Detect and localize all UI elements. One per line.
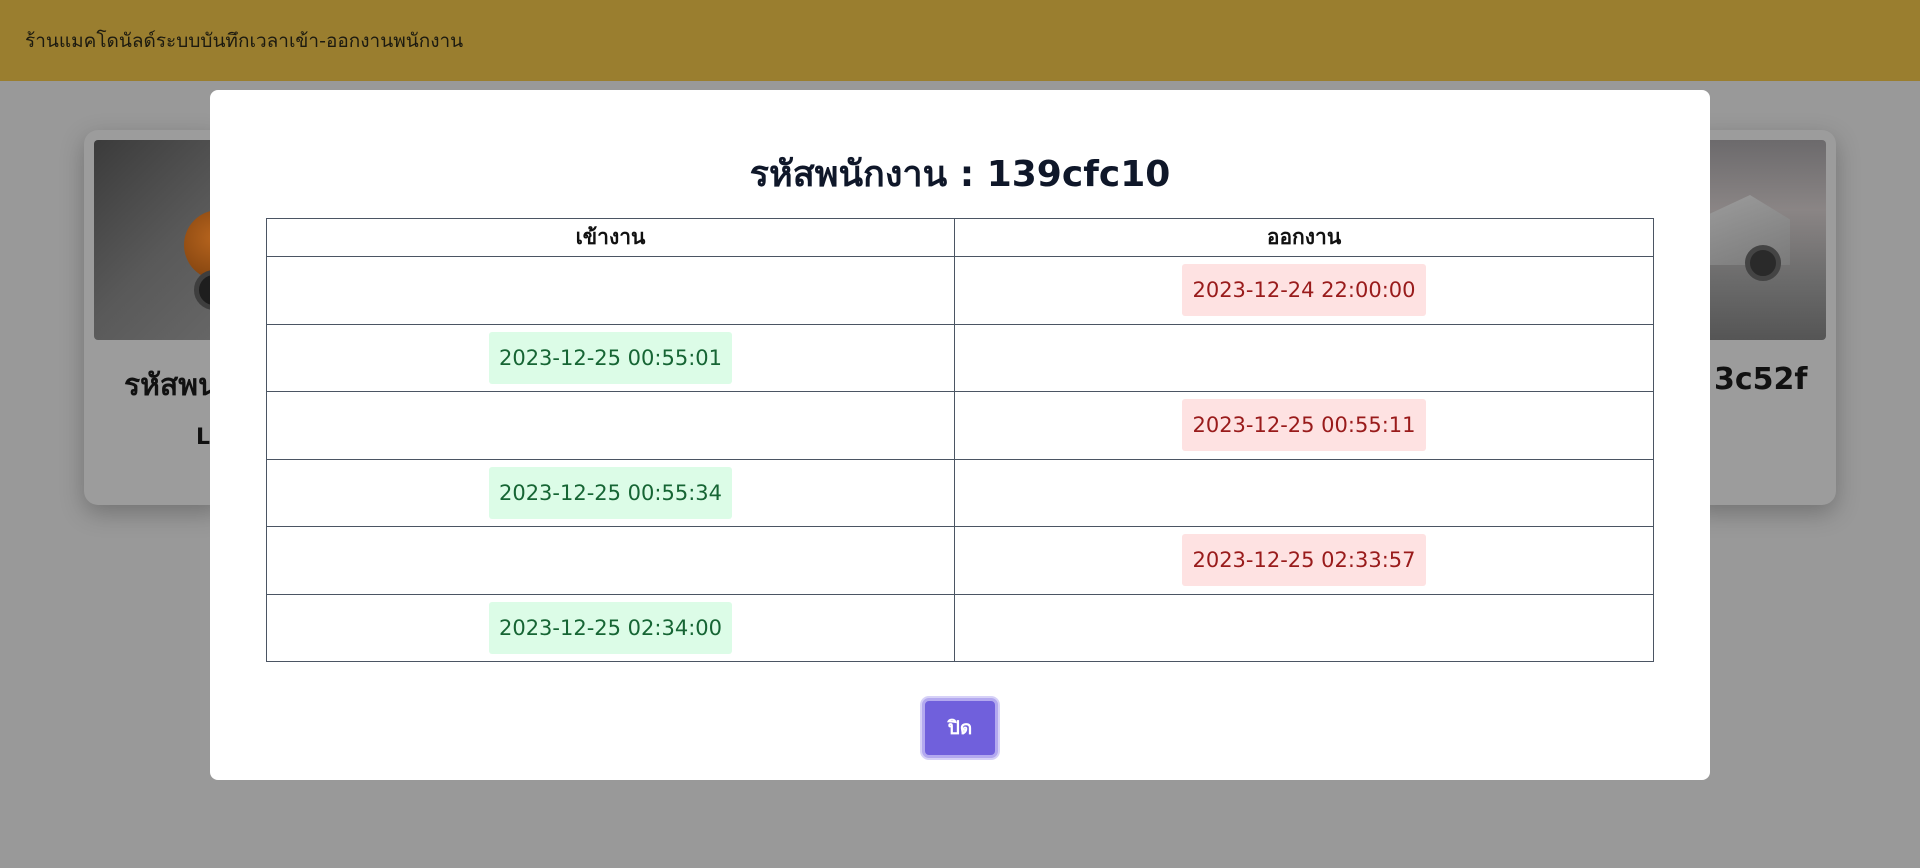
- table-cell-in: 2023-12-25 00:55:01: [266, 323, 955, 392]
- clock-out-badge: 2023-12-24 22:00:00: [1182, 264, 1426, 317]
- clock-in-badge: 2023-12-25 02:34:00: [488, 601, 733, 654]
- table-cell-out: 2023-12-24 22:00:00: [954, 256, 1654, 325]
- modal-title: รหัสพนักงาน : 139cfc10: [749, 154, 1171, 195]
- table-row: 2023-12-25 02:33:57: [266, 526, 1654, 595]
- car-wheel-shape: [1745, 245, 1781, 281]
- employee-card-right[interactable]: 3c52f k: [1690, 130, 1836, 505]
- table-cell-in: [266, 391, 955, 460]
- table-cell-in: [266, 256, 955, 325]
- table-body: 2023-12-24 22:00:00 2023-12-25 00:55:01 20…: [266, 256, 1654, 662]
- table-cell-out: 2023-12-25 00:55:11: [954, 391, 1654, 460]
- card-heading: รหัสพน: [124, 368, 219, 403]
- table-cell-out: [954, 593, 1654, 662]
- close-button[interactable]: ปิด: [922, 698, 998, 758]
- car-image: [94, 140, 224, 340]
- app-title: ร้านแมคโดนัลด์ระบบบันทึกเวลาเข้า-ออกงานพ…: [25, 29, 464, 52]
- table-row: 2023-12-24 22:00:00: [266, 256, 1654, 325]
- card-heading: 3c52f: [1714, 362, 1808, 397]
- card-subtext: L: [196, 425, 211, 450]
- table-cell-out: 2023-12-25 02:33:57: [954, 526, 1654, 595]
- clock-in-badge: 2023-12-25 00:55:01: [488, 331, 733, 384]
- attendance-modal: รหัสพนักงาน : 139cfc10 เข้างาน ออกงาน 20…: [210, 90, 1710, 780]
- employee-card-left[interactable]: รหัสพน L: [84, 130, 224, 505]
- table-row: 2023-12-25 00:55:11: [266, 391, 1654, 460]
- table-cell-in: [266, 526, 955, 595]
- car-image: [1690, 140, 1826, 340]
- table-header-row: เข้างาน ออกงาน: [266, 218, 1654, 257]
- table-cell-out: [954, 458, 1654, 527]
- clock-in-badge: 2023-12-25 00:55:34: [488, 466, 733, 519]
- table-row: 2023-12-25 00:55:34: [266, 458, 1654, 527]
- table-cell-in: 2023-12-25 00:55:34: [266, 458, 955, 527]
- clock-out-badge: 2023-12-25 02:33:57: [1182, 534, 1426, 587]
- top-navbar: ร้านแมคโดนัลด์ระบบบันทึกเวลาเข้า-ออกงานพ…: [0, 0, 1920, 81]
- table-row: 2023-12-25 02:34:00: [266, 593, 1654, 662]
- column-header-in: เข้างาน: [266, 218, 955, 257]
- table-cell-out: [954, 323, 1654, 392]
- table-cell-in: 2023-12-25 02:34:00: [266, 593, 955, 662]
- column-header-out: ออกงาน: [954, 218, 1654, 257]
- clock-out-badge: 2023-12-25 00:55:11: [1182, 399, 1426, 452]
- table-row: 2023-12-25 00:55:01: [266, 323, 1654, 392]
- attendance-table: เข้างาน ออกงาน 2023-12-24 22:00:00 2023-1…: [266, 218, 1654, 662]
